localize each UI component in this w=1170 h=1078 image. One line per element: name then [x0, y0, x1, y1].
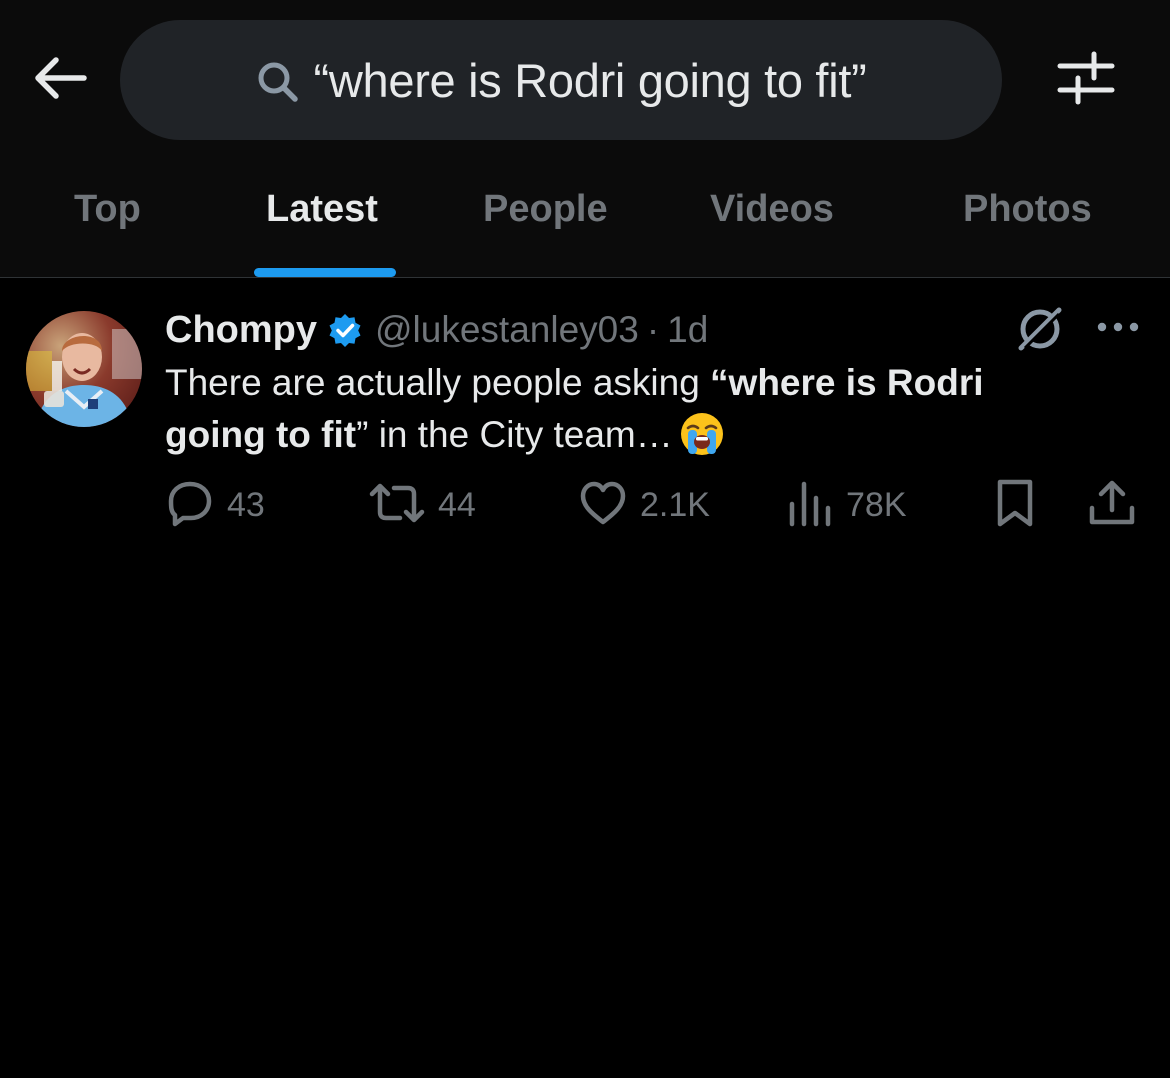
search-icon: [256, 60, 300, 104]
reply-button[interactable]: 43: [165, 477, 265, 533]
tweet[interactable]: Chompy @lukestanley03 · 1d There are act…: [0, 279, 1170, 549]
verified-badge-icon: [327, 312, 363, 348]
more-icon: [1096, 320, 1140, 338]
bookmark-icon: [992, 478, 1038, 533]
filter-sliders-icon: [1056, 50, 1116, 111]
tab-photos[interactable]: Photos: [963, 188, 1092, 231]
views-button[interactable]: 78K: [786, 477, 907, 533]
tab-top[interactable]: Top: [74, 188, 141, 231]
bookmark-button[interactable]: [992, 477, 1038, 533]
tweet-time[interactable]: 1d: [667, 309, 708, 351]
tweet-actions: 43 44 2.1K 78K: [0, 477, 1170, 533]
back-arrow-icon: [32, 55, 88, 106]
divider: [0, 277, 1170, 278]
reply-icon: [165, 478, 215, 533]
user-handle[interactable]: @lukestanley03: [375, 309, 639, 351]
more-button[interactable]: [1090, 307, 1146, 351]
tweet-text: There are actually people asking “where …: [165, 357, 1065, 461]
tweet-header: Chompy @lukestanley03 · 1d: [165, 307, 708, 353]
separator: ·: [646, 309, 660, 350]
share-icon: [1086, 478, 1138, 533]
like-icon: [578, 478, 628, 533]
repost-count: 44: [438, 485, 476, 524]
tab-latest[interactable]: Latest: [266, 188, 378, 231]
tweet-text-part2: ” in the City team…: [356, 414, 673, 455]
reply-count: 43: [227, 485, 265, 524]
top-bar: “where is Rodri going to fit” Top Latest…: [0, 0, 1170, 278]
grok-icon: [1015, 304, 1065, 359]
search-filter-button[interactable]: [1050, 50, 1122, 110]
share-button[interactable]: [1086, 477, 1138, 533]
tweet-text-part1: There are actually people asking: [165, 362, 711, 403]
like-count: 2.1K: [640, 485, 710, 524]
views-icon: [786, 478, 834, 533]
search-query: “where is Rodri going to fit”: [313, 53, 867, 107]
search-input[interactable]: “where is Rodri going to fit”: [120, 20, 1002, 140]
views-count: 78K: [846, 485, 907, 524]
display-name[interactable]: Chompy: [165, 309, 317, 352]
grok-button[interactable]: [1012, 303, 1068, 359]
tab-people[interactable]: People: [483, 188, 608, 231]
like-button[interactable]: 2.1K: [578, 477, 710, 533]
loudly-crying-face-icon: [679, 411, 725, 457]
back-button[interactable]: [28, 50, 92, 110]
repost-button[interactable]: 44: [368, 477, 476, 533]
search-tabs: Top Latest People Videos Photos: [0, 170, 1170, 278]
avatar[interactable]: [26, 311, 142, 427]
active-tab-indicator: [254, 268, 396, 277]
tab-videos[interactable]: Videos: [710, 188, 834, 231]
repost-icon: [368, 478, 426, 533]
